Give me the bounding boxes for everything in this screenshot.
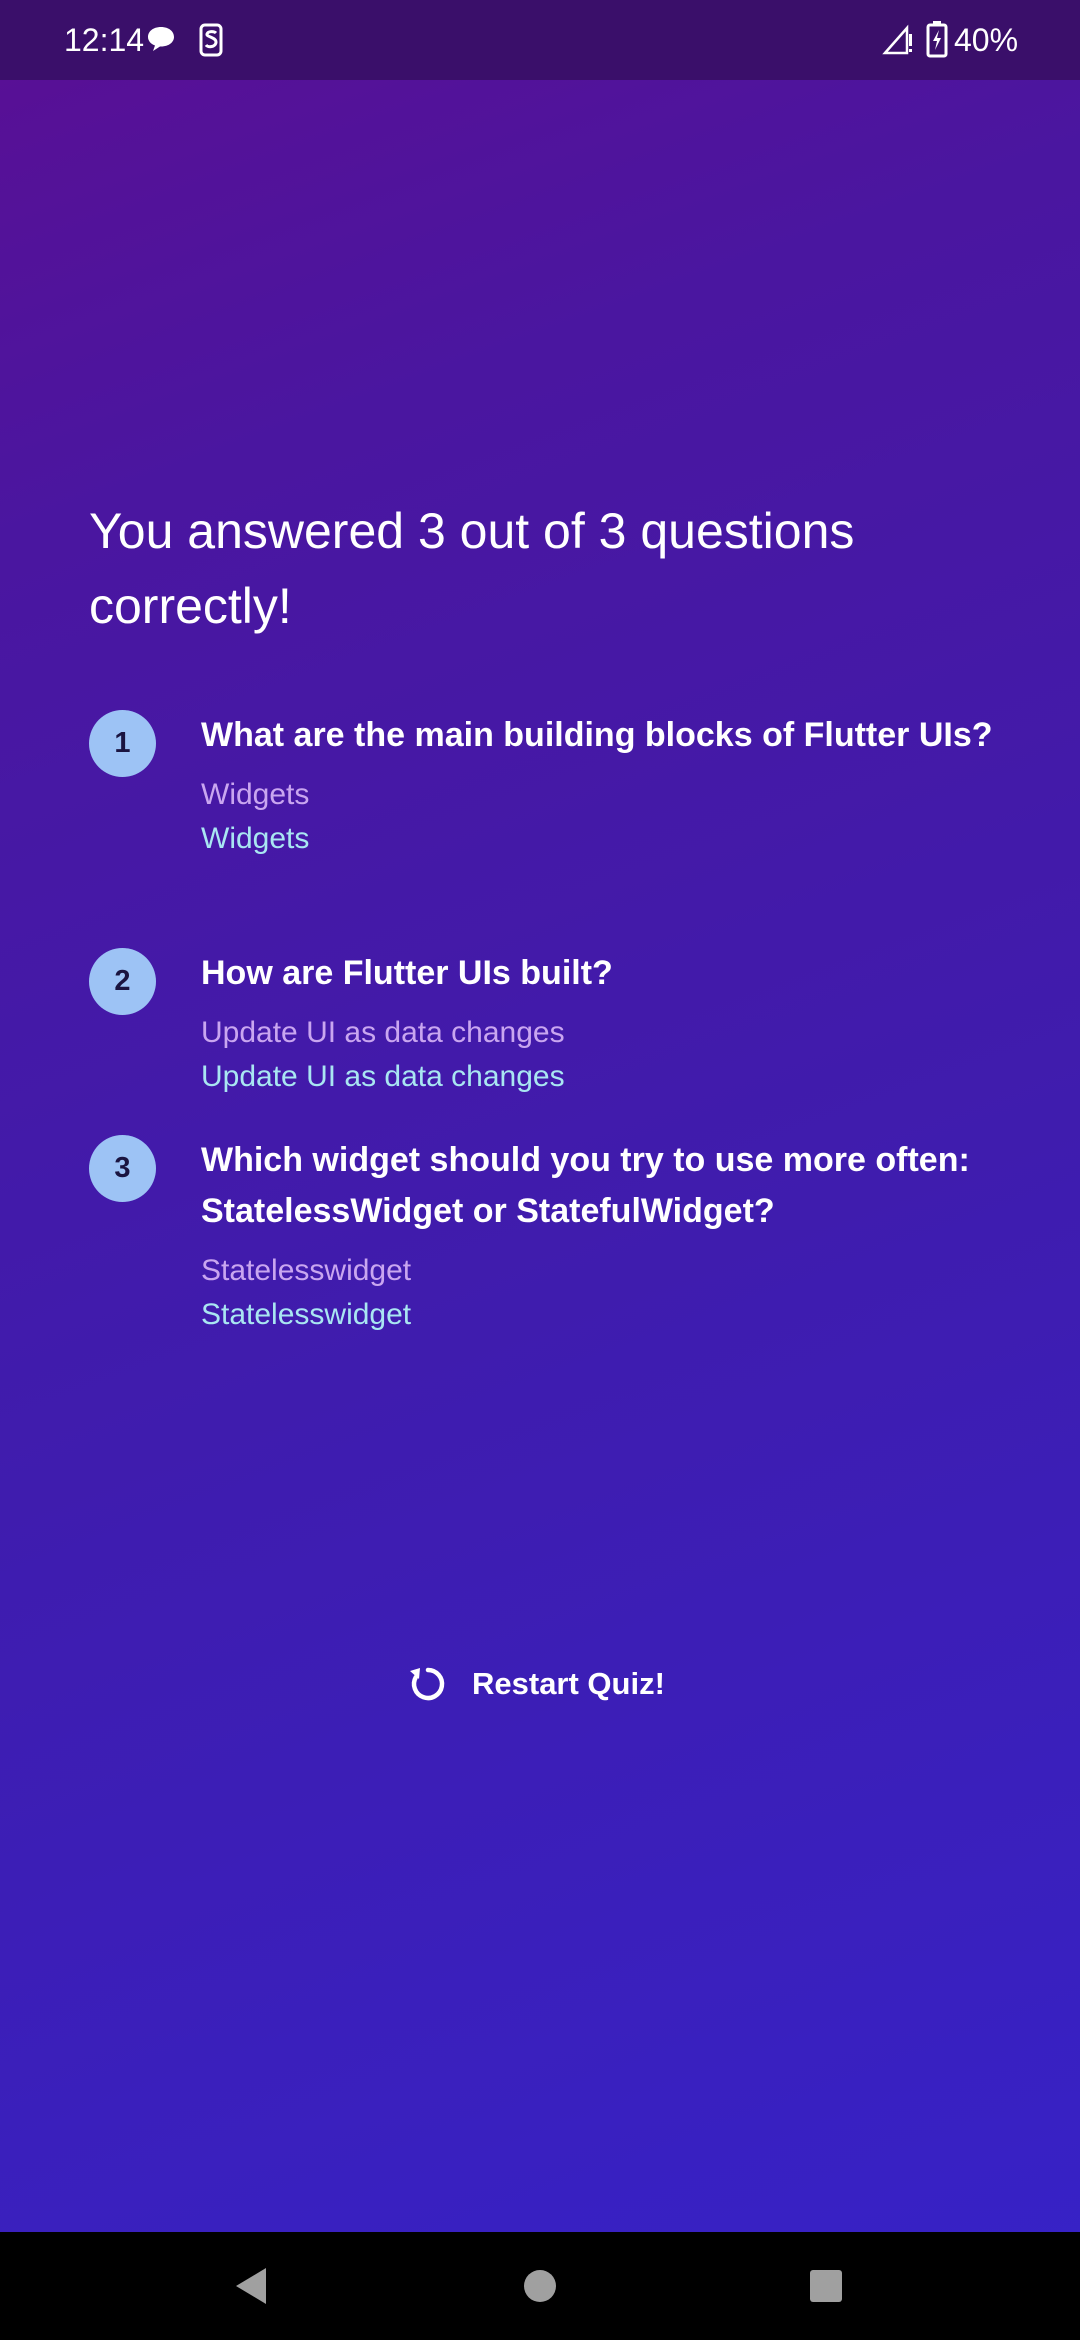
battery-percentage: 40% — [954, 22, 1019, 58]
battery-icon — [926, 21, 948, 58]
question-number-badge: 2 — [89, 948, 156, 1015]
question-text: Which widget should you try to use more … — [201, 1141, 970, 1230]
user-answer: Widgets — [201, 778, 310, 811]
restart-quiz-label: Restart Quiz! — [472, 1666, 665, 1701]
signal-icon — [882, 24, 912, 55]
summary-title: You answered 3 out of 3 questions correc… — [89, 503, 855, 634]
question-details: What are the main building blocks of Flu… — [201, 710, 1080, 861]
user-answer: Update UI as data changes — [201, 1016, 565, 1049]
s-app-icon — [199, 23, 223, 57]
navigation-bar — [0, 2232, 1080, 2340]
quiz-results-screen: 12:14 40% You answered 3 out of 3 questi… — [0, 0, 1080, 2340]
question-number-badge: 3 — [89, 1135, 156, 1202]
question-details: Which widget should you try to use more … — [201, 1135, 1080, 1337]
restart-icon — [410, 1667, 445, 1701]
restart-quiz-button[interactable]: Restart Quiz! — [406, 1656, 665, 1712]
recents-icon[interactable] — [804, 2264, 848, 2308]
correct-answer: Widgets — [201, 822, 310, 855]
message-icon — [148, 27, 174, 51]
status-bar: 12:14 40% — [0, 0, 1080, 80]
question-details: How are Flutter UIs built? Update UI as … — [201, 948, 1080, 1099]
status-time: 12:14 — [64, 22, 145, 58]
correct-answer: Statelesswidget — [201, 1298, 412, 1331]
correct-answer: Update UI as data changes — [201, 1060, 565, 1093]
question-text: How are Flutter UIs built? — [201, 954, 613, 992]
question-text: What are the main building blocks of Flu… — [201, 716, 993, 754]
home-icon[interactable] — [518, 2264, 562, 2308]
question-number-badge: 1 — [89, 710, 156, 777]
back-icon[interactable] — [230, 2264, 274, 2308]
user-answer: Statelesswidget — [201, 1254, 412, 1287]
